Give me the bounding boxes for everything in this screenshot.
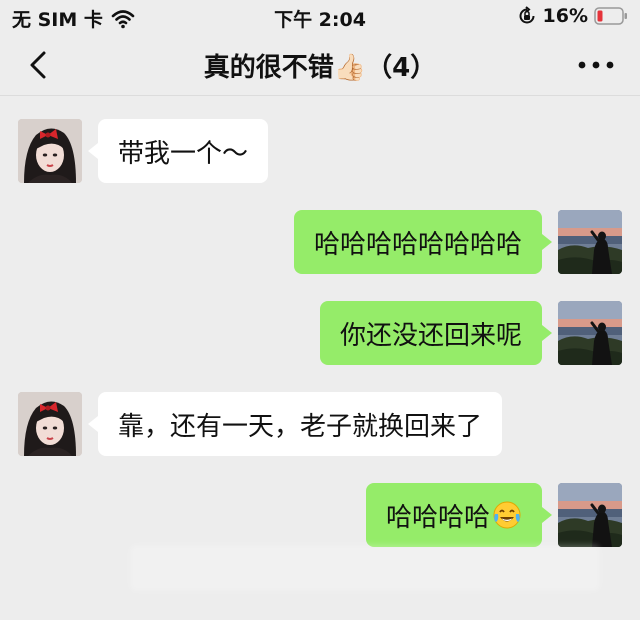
message-bubble-incoming[interactable]: 靠，还有一天，老子就换回来了: [88, 392, 503, 456]
orientation-lock-icon: [519, 6, 535, 24]
avatar-self[interactable]: [558, 210, 622, 274]
input-placeholder-ghost: [130, 545, 600, 591]
avatar-self[interactable]: [558, 301, 622, 365]
message-bubble-incoming[interactable]: 带我一个～: [88, 119, 269, 183]
status-bar: 无 SIM 卡 下午 2:04 16%: [0, 0, 640, 34]
message-text: 靠，还有一天，老子就换回来了: [118, 411, 483, 442]
avatar-self[interactable]: [558, 483, 622, 547]
message-bubble-outgoing[interactable]: 你还没还回来呢: [319, 301, 552, 365]
message-bubble-outgoing[interactable]: 哈哈哈哈: [365, 483, 552, 547]
message-text: 你还没还回来呢: [339, 320, 522, 351]
message-text: 带我一个～: [118, 138, 249, 169]
message-text: 哈哈哈哈哈哈哈哈: [313, 229, 522, 260]
battery-low-icon: [594, 7, 627, 25]
chat-title: 真的很不错👍🏻（4）: [203, 53, 437, 83]
more-dots-icon[interactable]: [574, 48, 618, 82]
message-text: 哈哈哈哈: [385, 502, 490, 533]
battery-percent: 16%: [542, 5, 588, 27]
tears-of-joy-emoji-icon: [493, 501, 521, 529]
avatar-sender[interactable]: [18, 392, 82, 456]
avatar-sender[interactable]: [18, 119, 82, 183]
message-bubble-outgoing[interactable]: 哈哈哈哈哈哈哈哈: [293, 210, 552, 274]
chat-area[interactable]: 带我一个～ 哈哈哈哈哈哈哈哈 你还没还回来呢 靠，还有一天，老子就换回来了 哈哈…: [0, 97, 640, 620]
nav-bar: 真的很不错👍🏻（4）: [0, 34, 640, 96]
status-right-group: 16%: [517, 5, 628, 27]
